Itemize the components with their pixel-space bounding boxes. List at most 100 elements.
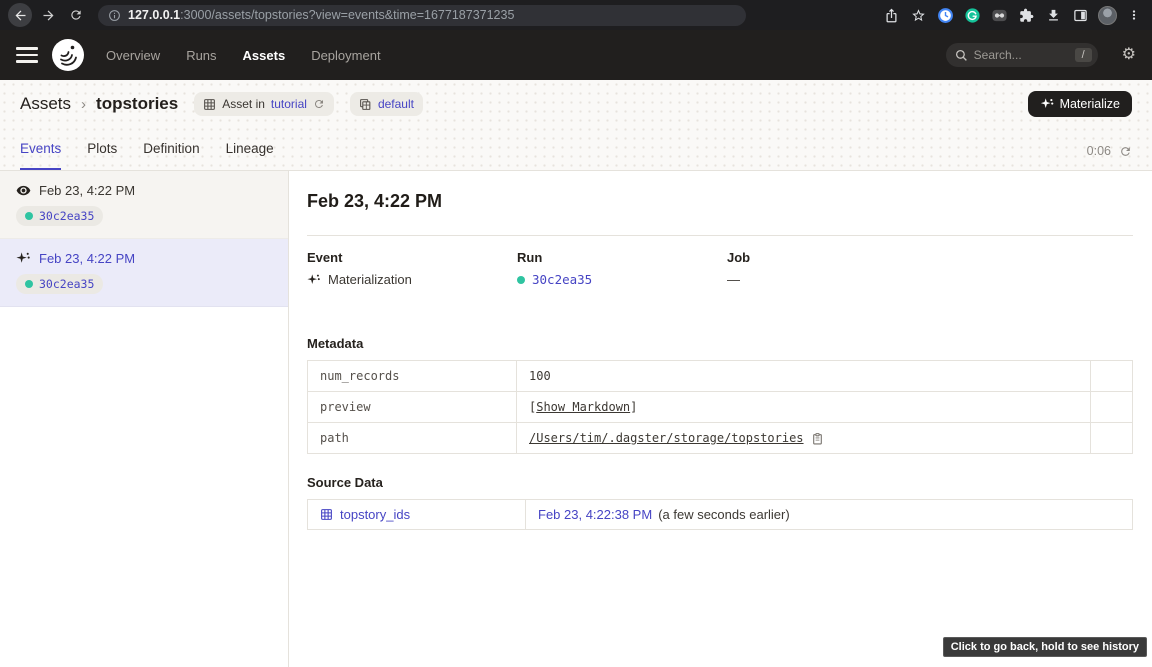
browser-back-button[interactable] xyxy=(8,3,32,27)
reload-icon xyxy=(69,8,83,22)
search-input[interactable] xyxy=(974,48,1064,62)
bracket-open: [ xyxy=(529,400,536,414)
job-value: — xyxy=(727,272,740,287)
table-row: topstory_ids Feb 23, 4:22:38 PM (a few s… xyxy=(308,500,1132,529)
browser-forward-button[interactable] xyxy=(36,3,60,27)
event-time: Feb 23, 4:22 PM xyxy=(39,183,135,198)
run-status-dot xyxy=(25,212,33,220)
grammarly-extension-button[interactable] xyxy=(962,5,982,25)
run-id-link[interactable]: 30c2ea35 xyxy=(532,272,592,287)
metadata-value: 100 xyxy=(529,369,551,383)
address-bar[interactable]: 127.0.0.1:3000/assets/topstories?view=ev… xyxy=(98,5,746,26)
metadata-heading: Metadata xyxy=(307,336,1133,351)
divider xyxy=(307,235,1133,236)
search-shortcut-badge: / xyxy=(1075,48,1092,62)
asset-group-link[interactable]: default xyxy=(378,97,414,111)
app-navbar: Overview Runs Assets Deployment / ⚙ xyxy=(0,30,1152,80)
share-button[interactable] xyxy=(881,5,901,25)
kebab-menu-icon xyxy=(1127,8,1141,22)
source-time-note: (a few seconds earlier) xyxy=(658,507,790,522)
event-type-value: Materialization xyxy=(328,272,412,287)
event-column: Event Materialization xyxy=(307,250,517,287)
run-id-pill[interactable]: 30c2ea35 xyxy=(16,274,103,294)
dagster-logo[interactable] xyxy=(52,39,84,71)
nav-item-deployment[interactable]: Deployment xyxy=(311,48,380,63)
timer-value: 0:06 xyxy=(1087,144,1111,158)
app-window: 127.0.0.1:3000/assets/topstories?view=ev… xyxy=(0,0,1152,667)
nav-item-assets[interactable]: Assets xyxy=(243,48,286,63)
browser-toolbar: 127.0.0.1:3000/assets/topstories?view=ev… xyxy=(0,0,1152,30)
metadata-spare-cell xyxy=(1091,361,1132,391)
tab-events[interactable]: Events xyxy=(20,141,61,170)
profile-button[interactable] xyxy=(1097,5,1117,25)
asset-location-badge: Asset in tutorial xyxy=(194,92,334,116)
browser-menu-button[interactable] xyxy=(1124,5,1144,25)
breadcrumb-chevron-icon: › xyxy=(79,96,88,113)
path-link[interactable]: /Users/tim/.dagster/storage/topstories xyxy=(529,431,804,445)
breadcrumb: Assets › topstories Asset in tutorial de… xyxy=(0,80,1152,128)
search-icon xyxy=(955,49,968,62)
url-text: 127.0.0.1:3000/assets/topstories?view=ev… xyxy=(128,8,514,22)
settings-gear-icon[interactable]: ⚙ xyxy=(1122,47,1136,63)
metadata-key: num_records xyxy=(308,361,517,391)
copy-path-button[interactable] xyxy=(811,432,824,445)
job-label: Job xyxy=(727,250,1133,265)
event-list-item-materialization[interactable]: Feb 23, 4:22 PM 30c2ea35 xyxy=(0,239,288,307)
reload-location-icon[interactable] xyxy=(313,98,325,110)
downloads-button[interactable] xyxy=(1043,5,1063,25)
forward-arrow-icon xyxy=(41,8,56,23)
bookmark-button[interactable] xyxy=(908,5,928,25)
history-extension-button[interactable] xyxy=(935,5,955,25)
event-detail-title: Feb 23, 4:22 PM xyxy=(307,191,1133,212)
grammarly-icon xyxy=(964,7,981,24)
materialization-sparkle-icon xyxy=(307,273,321,287)
asset-grid-icon xyxy=(320,508,333,521)
table-row: path /Users/tim/.dagster/storage/topstor… xyxy=(308,423,1132,453)
metadata-key: path xyxy=(308,423,517,453)
refresh-icon[interactable] xyxy=(1119,145,1132,158)
asset-location-link[interactable]: tutorial xyxy=(271,97,307,111)
tab-definition[interactable]: Definition xyxy=(143,141,199,170)
run-column: Run 30c2ea35 xyxy=(517,250,727,287)
url-path: :3000/assets/topstories?view=events&time… xyxy=(180,8,514,22)
table-row: num_records 100 xyxy=(308,361,1132,392)
breadcrumb-assets[interactable]: Assets xyxy=(20,94,71,114)
event-list-item-observation[interactable]: Feb 23, 4:22 PM 30c2ea35 xyxy=(0,171,288,239)
goggles-extension-button[interactable] xyxy=(989,5,1009,25)
share-icon xyxy=(884,8,899,23)
materialize-button[interactable]: Materialize xyxy=(1028,91,1132,117)
site-info-icon[interactable] xyxy=(108,9,121,22)
nav-item-runs[interactable]: Runs xyxy=(186,48,216,63)
copy-group-icon xyxy=(359,98,372,111)
side-panel-button[interactable] xyxy=(1070,5,1090,25)
url-host: 127.0.0.1 xyxy=(128,8,180,22)
download-icon xyxy=(1046,8,1061,23)
browser-reload-button[interactable] xyxy=(64,3,88,27)
materialization-sparkle-icon xyxy=(16,251,31,266)
asset-group-badge[interactable]: default xyxy=(350,92,423,116)
tab-lineage[interactable]: Lineage xyxy=(226,141,274,170)
tab-plots[interactable]: Plots xyxy=(87,141,117,170)
source-asset-name[interactable]: topstory_ids xyxy=(340,507,410,522)
materialize-sparkle-icon xyxy=(1040,97,1054,111)
run-id-pill[interactable]: 30c2ea35 xyxy=(16,206,103,226)
clock-extension-icon xyxy=(937,7,954,24)
source-data-table: topstory_ids Feb 23, 4:22:38 PM (a few s… xyxy=(307,499,1133,530)
metadata-spare-cell xyxy=(1091,423,1132,453)
run-label: Run xyxy=(517,250,727,265)
run-id: 30c2ea35 xyxy=(39,209,94,223)
event-detail-panel: Feb 23, 4:22 PM Event Materialization Ru… xyxy=(289,171,1152,667)
nav-item-overview[interactable]: Overview xyxy=(106,48,160,63)
source-asset-link[interactable]: topstory_ids xyxy=(308,500,526,529)
bookmark-star-icon xyxy=(911,8,926,23)
source-time-link[interactable]: Feb 23, 4:22:38 PM xyxy=(538,507,652,522)
extensions-button[interactable] xyxy=(1016,5,1036,25)
page-body: Feb 23, 4:22 PM 30c2ea35 Feb 23, 4:22 PM… xyxy=(0,171,1152,667)
show-markdown-link[interactable]: Show Markdown xyxy=(536,400,630,414)
run-status-dot xyxy=(517,276,525,284)
hamburger-menu-button[interactable] xyxy=(16,47,38,63)
source-data-heading: Source Data xyxy=(307,475,1133,490)
extensions-puzzle-icon xyxy=(1019,8,1034,23)
global-search[interactable]: / xyxy=(946,43,1098,67)
job-column: Job — xyxy=(727,250,1133,287)
